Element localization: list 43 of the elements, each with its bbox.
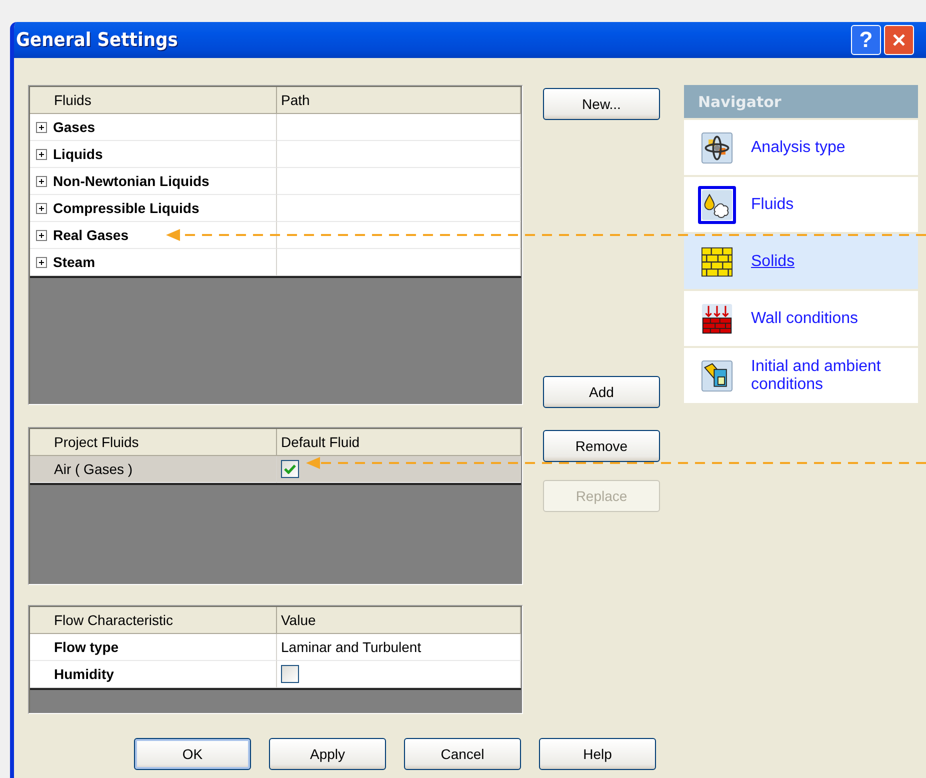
column-header[interactable]: Flow Characteristic: [30, 607, 277, 634]
window-title: General Settings: [16, 29, 179, 51]
expand-icon[interactable]: [36, 176, 47, 186]
expand-icon[interactable]: [36, 202, 47, 214]
help-button[interactable]: ?: [851, 25, 881, 55]
action-button[interactable]: Remove: [543, 430, 660, 462]
property-name: Flow type: [53, 639, 119, 655]
expand-icon[interactable]: [36, 148, 47, 160]
default-checkbox[interactable]: [281, 460, 299, 478]
humidity-checkbox[interactable]: [281, 665, 299, 683]
fluid-group[interactable]: Steam: [53, 254, 96, 270]
expand-icon[interactable]: [36, 230, 47, 240]
dialog-button[interactable]: Apply: [269, 738, 386, 770]
expand-icon[interactable]: [36, 122, 47, 132]
box-icon: [701, 358, 733, 392]
fluid-group[interactable]: Liquids: [53, 146, 103, 162]
navigator-item[interactable]: Solids: [684, 234, 918, 289]
property-name: Humidity: [53, 666, 114, 682]
action-button[interactable]: Add: [543, 376, 660, 408]
column-header[interactable]: Project Fluids: [30, 429, 277, 456]
navigator-item[interactable]: Wall conditions: [684, 291, 918, 346]
navigator-title: Navigator: [684, 85, 918, 118]
fluid-group[interactable]: Gases: [53, 119, 96, 135]
action-button[interactable]: New...: [543, 88, 660, 120]
table-row[interactable]: Air ( Gases ): [30, 456, 521, 485]
navigator-item[interactable]: Fluids: [684, 177, 918, 232]
column-header[interactable]: Fluids: [30, 87, 277, 114]
dialog-button[interactable]: OK: [134, 738, 251, 770]
dialog-button[interactable]: Cancel: [404, 738, 521, 770]
close-button[interactable]: [884, 25, 914, 55]
fluid-group[interactable]: Real Gases: [53, 227, 128, 243]
navigator-item[interactable]: Analysis type: [684, 120, 918, 175]
drop-and-cloud-icon: [701, 188, 733, 222]
brick-wall-icon: [701, 244, 733, 278]
column-header[interactable]: Value: [277, 607, 521, 634]
navigator-item[interactable]: Initial and ambient conditions: [684, 348, 918, 403]
dialog-button[interactable]: Help: [539, 738, 656, 770]
column-header[interactable]: Path: [277, 87, 521, 114]
heated-wall-icon: [701, 302, 733, 336]
atom-icon: [701, 130, 733, 164]
column-header[interactable]: Default Fluid: [277, 429, 521, 456]
expand-icon[interactable]: [36, 256, 47, 268]
close-icon: [891, 32, 907, 48]
